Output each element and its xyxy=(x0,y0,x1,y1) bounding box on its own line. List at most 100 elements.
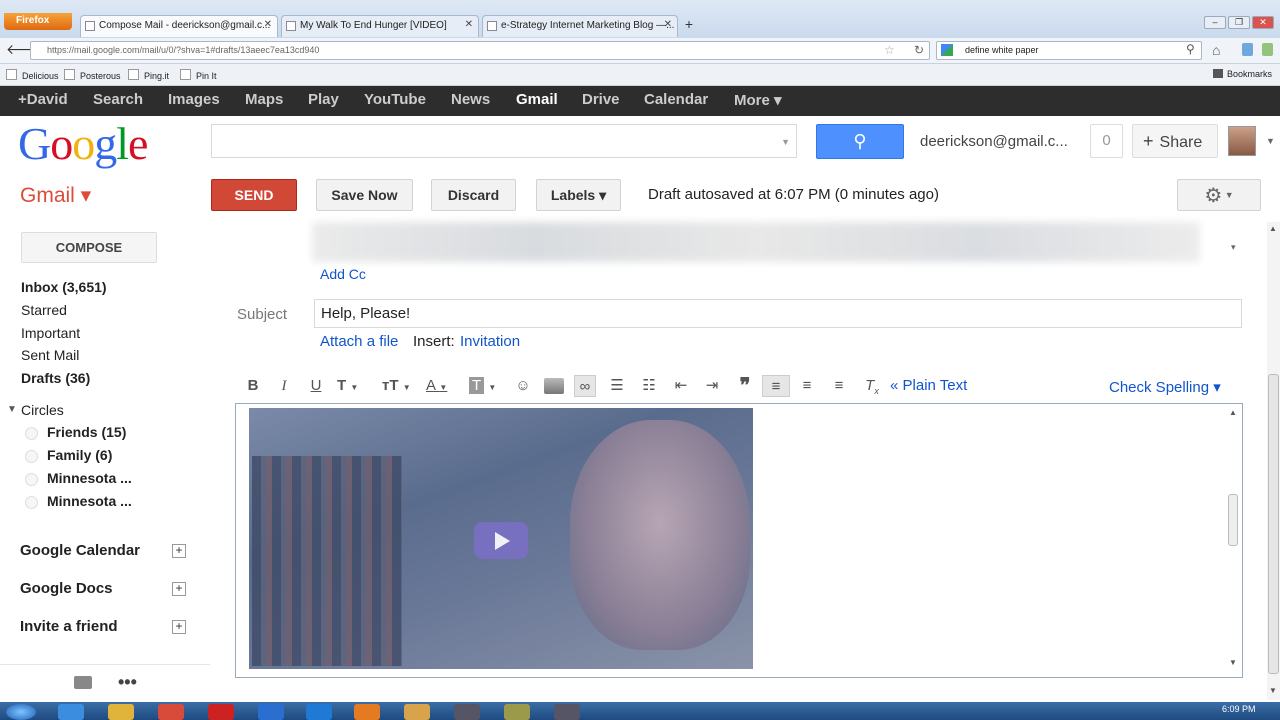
insert-image-icon[interactable] xyxy=(544,378,564,394)
sidebar-item-starred[interactable]: Starred xyxy=(21,302,67,318)
gmail-app-menu[interactable]: Gmail ▾ xyxy=(20,183,91,208)
minimize-icon[interactable]: – xyxy=(1204,16,1226,29)
bookmark-star-icon[interactable]: ☆ xyxy=(884,43,895,57)
highlight-color-icon[interactable]: T ▼ xyxy=(469,375,507,397)
bold-icon[interactable]: B xyxy=(242,375,264,397)
avatar[interactable] xyxy=(1228,126,1256,156)
reload-icon[interactable]: ↻ xyxy=(914,43,924,57)
app-icon[interactable] xyxy=(454,704,480,720)
add-cc-link[interactable]: Add Cc xyxy=(320,266,366,282)
chrome-icon[interactable] xyxy=(158,704,184,720)
sidebar-item-sent-mail[interactable]: Sent Mail xyxy=(21,347,79,363)
indent-more-icon[interactable]: ⇥ xyxy=(701,375,723,397)
circle-item-minnesota-2[interactable]: Minnesota ... xyxy=(25,493,132,509)
app-icon[interactable] xyxy=(554,704,580,720)
ie-icon[interactable] xyxy=(58,704,84,720)
emoji-icon[interactable]: ☺ xyxy=(512,375,534,397)
numbered-list-icon[interactable]: ☰ xyxy=(606,375,628,397)
gbar-item-maps[interactable]: Maps xyxy=(245,91,283,108)
scroll-thumb[interactable] xyxy=(1228,494,1238,546)
search-engine-icon[interactable] xyxy=(941,44,953,56)
gbar-item-gmail[interactable]: Gmail xyxy=(516,91,558,108)
sidebar-item-important[interactable]: Important xyxy=(21,325,80,341)
quote-icon[interactable]: ❞ xyxy=(734,375,756,397)
scroll-thumb[interactable] xyxy=(1268,374,1279,674)
window-close-icon[interactable]: ✕ xyxy=(1252,16,1274,29)
invite-friend-link[interactable]: Invite a friend xyxy=(20,618,118,635)
bookmark-posterous[interactable]: Posterous xyxy=(64,69,121,81)
send-button[interactable]: SEND xyxy=(211,179,297,211)
link-icon[interactable]: ∞ xyxy=(574,375,596,397)
gbar-item-images[interactable]: Images xyxy=(168,91,220,108)
search-button[interactable]: ⚲ xyxy=(816,124,904,159)
gbar-item-news[interactable]: News xyxy=(451,91,490,108)
scroll-up-icon[interactable]: ▲ xyxy=(1229,408,1237,417)
home-icon[interactable]: ⌂ xyxy=(1212,42,1220,58)
circle-item-family[interactable]: Family (6) xyxy=(24,447,112,463)
bulleted-list-icon[interactable]: ☷ xyxy=(638,375,660,397)
app-icon[interactable] xyxy=(404,704,430,720)
bookmark-pinit[interactable]: Pin It xyxy=(180,69,217,81)
notification-count[interactable]: 0 xyxy=(1090,124,1123,158)
underline-icon[interactable]: U xyxy=(305,375,327,397)
sidebar-item-drafts[interactable]: Drafts (36) xyxy=(21,370,90,386)
bookmarks-menu[interactable]: Bookmarks xyxy=(1213,69,1272,79)
bookmark-delicious[interactable]: Delicious xyxy=(6,69,59,81)
align-right-icon[interactable]: ≡ xyxy=(828,375,850,397)
circle-item-minnesota-1[interactable]: Minnesota ... xyxy=(25,470,132,486)
discard-button[interactable]: Discard xyxy=(431,179,516,211)
sidebar-item-inbox[interactable]: Inbox (3,651) xyxy=(21,279,107,295)
font-size-icon[interactable]: ᴛT ▼ xyxy=(382,375,420,397)
addon-icon[interactable] xyxy=(1262,43,1273,56)
chevron-down-icon[interactable]: ▼ xyxy=(1266,136,1275,146)
circle-item-friends[interactable]: Friends (15) xyxy=(24,424,126,440)
close-icon[interactable]: ✕ xyxy=(264,19,272,30)
maximize-icon[interactable]: ❐ xyxy=(1228,16,1250,29)
account-email[interactable]: deerickson@gmail.c... xyxy=(920,133,1068,150)
labels-button[interactable]: Labels ▾ xyxy=(536,179,621,211)
editor-scrollbar[interactable]: ▲ ▼ xyxy=(1226,408,1240,670)
plain-text-link[interactable]: « Plain Text xyxy=(890,377,967,394)
opera-icon[interactable] xyxy=(208,704,234,720)
compose-button[interactable]: COMPOSE xyxy=(21,232,157,263)
close-icon[interactable]: ✕ xyxy=(664,19,672,30)
new-tab-button[interactable]: + xyxy=(680,16,698,36)
app-icon[interactable] xyxy=(306,704,332,720)
plus-icon[interactable]: + xyxy=(172,582,186,596)
share-button[interactable]: + Share xyxy=(1132,124,1218,158)
app-icon[interactable] xyxy=(504,704,530,720)
sidebar-circles-header[interactable]: Circles xyxy=(21,402,64,418)
firefox-taskbar-icon[interactable] xyxy=(354,704,380,720)
align-left-icon[interactable]: ≡ xyxy=(762,375,790,397)
recipients-field-blurred[interactable] xyxy=(312,222,1200,262)
attach-file-link[interactable]: Attach a file xyxy=(320,333,398,350)
search-magnifier-icon[interactable]: ⚲ xyxy=(1186,42,1195,56)
explorer-folder-icon[interactable] xyxy=(108,704,134,720)
check-spelling-link[interactable]: Check Spelling ▾ xyxy=(1109,378,1221,396)
subject-input[interactable]: Help, Please! xyxy=(314,299,1242,328)
save-now-button[interactable]: Save Now xyxy=(316,179,413,211)
insert-invitation-link[interactable]: Invitation xyxy=(460,333,520,350)
italic-icon[interactable]: I xyxy=(273,375,295,397)
firefox-menu-button[interactable]: Firefox xyxy=(4,13,72,30)
font-family-icon[interactable]: T ▼ xyxy=(337,375,375,397)
scroll-up-icon[interactable]: ▲ xyxy=(1269,224,1277,233)
google-calendar-link[interactable]: Google Calendar xyxy=(20,542,140,559)
align-center-icon[interactable]: ≡ xyxy=(796,375,818,397)
indent-less-icon[interactable]: ⇤ xyxy=(670,375,692,397)
gbar-item-drive[interactable]: Drive xyxy=(582,91,620,108)
close-icon[interactable]: ✕ xyxy=(465,19,473,30)
tab-walk-to-end-hunger[interactable]: My Walk To End Hunger [VIDEO] ✕ xyxy=(281,15,479,37)
search-options-chevron-icon[interactable]: ▼ xyxy=(781,137,790,147)
plus-icon[interactable]: + xyxy=(172,620,186,634)
tab-estrategy-blog[interactable]: e-Strategy Internet Marketing Blog —... ✕ xyxy=(482,15,678,37)
scroll-down-icon[interactable]: ▼ xyxy=(1269,686,1277,695)
browser-search-input[interactable]: define white paper xyxy=(936,41,1202,60)
remove-formatting-icon[interactable]: Tx xyxy=(861,375,883,397)
page-scrollbar[interactable]: ▲ ▼ xyxy=(1267,222,1280,700)
gbar-item-calendar[interactable]: Calendar xyxy=(644,91,708,108)
plus-icon[interactable]: + xyxy=(172,544,186,558)
mail-search-input[interactable]: ▼ xyxy=(211,124,797,158)
scroll-down-icon[interactable]: ▼ xyxy=(1229,658,1237,667)
expand-triangle-icon[interactable]: ▼ xyxy=(7,404,17,415)
